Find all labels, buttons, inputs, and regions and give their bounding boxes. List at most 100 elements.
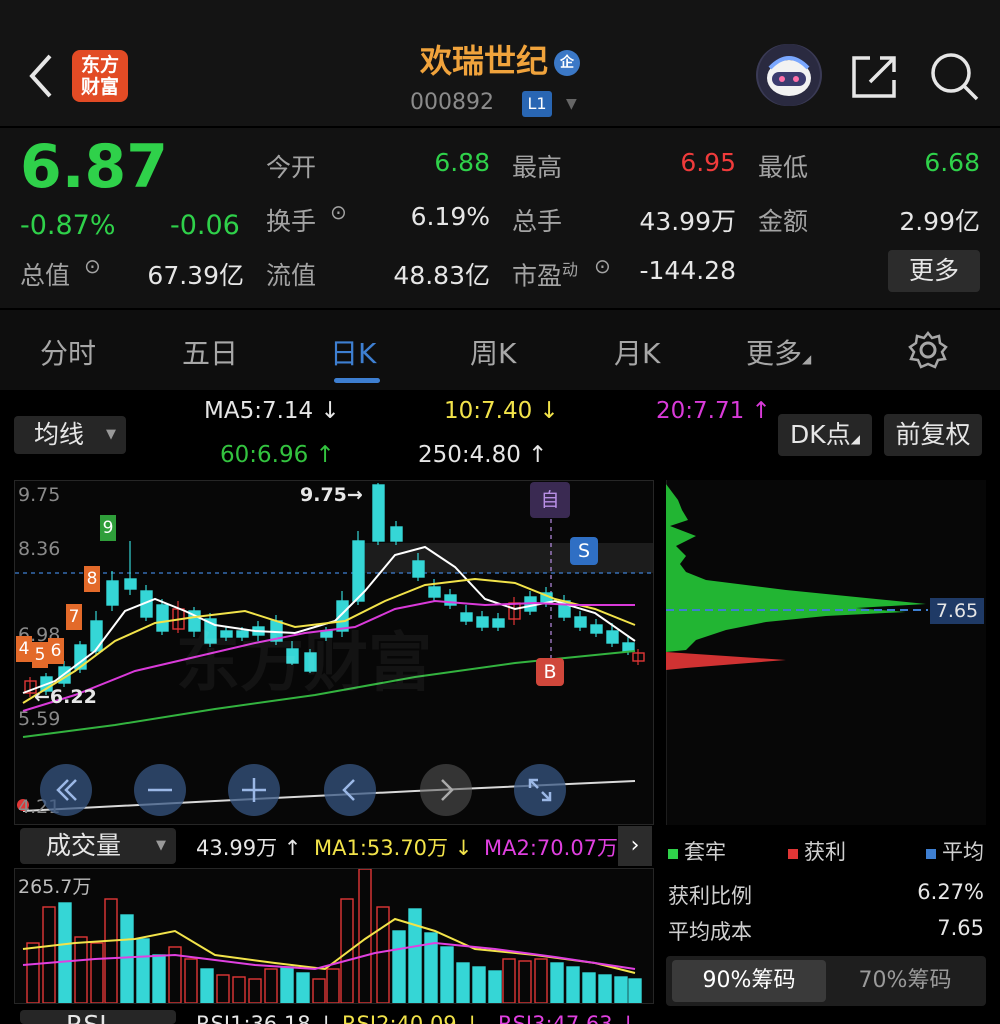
minus-icon [148,788,172,792]
rsi1-value: RSI1:36.18 ↓ [196,1012,335,1024]
dk-point-button[interactable]: DK点◢ [778,414,872,456]
volume-bar [74,936,88,1004]
back-arrow-icon[interactable] [28,52,54,100]
volume-bar [582,972,596,1004]
volume-canvas [22,868,642,1004]
volume-bar [392,930,406,1004]
info-icon[interactable]: ⊙ [84,254,101,278]
low-value: 6.68 [924,148,980,177]
chip-profit-shape [666,652,786,670]
info-icon[interactable]: ⊙ [594,254,611,278]
high-label: 最高 [512,153,563,182]
volume-bar [232,976,246,1004]
volume-chart [14,868,654,1004]
stock-name[interactable]: 欢瑞世纪企 [300,36,700,82]
tab-daily-k[interactable]: 日K [330,332,376,372]
nine-turn-marker: 8 [84,566,100,592]
high-marker: 9.75→ [300,484,363,506]
level-badge[interactable]: L1 [522,91,552,117]
ma20-value: 20:7.71 ↑ [656,398,771,424]
info-icon[interactable]: ⊙ [330,200,347,224]
tab-five-day[interactable]: 五日 [182,332,238,372]
chevron-right-icon[interactable]: › [618,826,652,866]
legend-trapped: 套牢 [668,836,726,866]
scroll-right-button[interactable] [420,764,472,816]
turnover-value: 6.19% [410,202,490,231]
self-signal-badge[interactable]: 自 [530,482,570,518]
volume-bar [566,966,580,1004]
low-label: 最低 [758,153,809,182]
volume-bar [26,942,40,1004]
amount-value: 2.99亿 [899,207,980,236]
chip-70-button[interactable]: 70%筹码 [828,960,982,1002]
dropdown-triangle-icon: ▼ [156,838,166,853]
stock-code: 000892 [410,90,494,115]
volume-bar [42,906,56,1004]
chevron-down-icon[interactable]: ▼ [566,96,577,112]
app-logo: 东方 财富 [72,50,128,102]
volume-bar [456,962,470,1004]
chip-average-label: 7.65 [930,598,984,624]
chip-trapped-shape [666,484,926,652]
volume-value: 43.99万 ↑ [196,836,302,860]
volume-bar [184,958,198,1004]
market-cap-label: 总值 [20,261,71,290]
tab-more[interactable]: 更多◢ [746,332,811,372]
nine-turn-marker: 4 [16,636,32,662]
volume-max-label: 265.7万 [18,876,92,898]
fullscreen-button[interactable] [514,764,566,816]
rewind-button[interactable] [40,764,92,816]
forward-adjust-button[interactable]: 前复权 [884,414,982,456]
float-cap-label: 流值 [266,261,317,290]
zoom-out-button[interactable] [134,764,186,816]
volume-bar [488,970,502,1004]
volume-bar [104,898,118,1004]
tab-weekly-k[interactable]: 周K [470,332,516,372]
sell-signal-badge[interactable]: S [570,537,598,565]
robot-assistant-icon[interactable] [756,44,822,106]
tab-monthly-k[interactable]: 月K [614,332,660,372]
y-axis-label: 8.36 [18,538,61,560]
volume-indicator-select[interactable]: 成交量 ▼ [20,828,176,864]
candle [156,604,169,632]
candle [476,616,489,628]
rsi-indicator-select[interactable]: RSI [20,1010,176,1024]
tab-intraday[interactable]: 分时 [40,332,96,372]
volume-bar [534,958,548,1004]
y-axis-label: 5.59 [18,708,61,730]
candle [428,586,441,598]
avg-cost-label: 平均成本 [668,920,752,944]
chevron-right-icon [441,779,454,801]
nine-turn-marker: 6 [48,638,64,664]
ma60-value: 60:6.96 ↑ [220,442,335,468]
double-chevron-left-icon [56,779,77,801]
open-label: 今开 [266,153,317,182]
more-quote-button[interactable]: 更多 [888,250,980,292]
volume-ma2: MA2:70.07万 [484,836,619,860]
candle [622,642,635,652]
chip-distribution-chart [665,480,986,825]
share-icon[interactable] [850,52,900,100]
rsi3-value: RSI3:47.63 ↓ [498,1012,637,1024]
zoom-in-button[interactable] [228,764,280,816]
volume-bar [90,942,104,1004]
chip-90-button[interactable]: 90%筹码 [672,960,826,1002]
settings-gear-icon[interactable] [908,330,948,370]
search-icon[interactable] [928,50,980,102]
pe-value: -144.28 [639,256,737,285]
volume-bar [248,978,262,1004]
ma-select[interactable]: 均线 ▼ [14,416,126,454]
volume-bar [614,976,628,1004]
watermark: 东方财富 [176,627,432,701]
market-cap-value: 67.39亿 [147,261,244,290]
buy-signal-badge[interactable]: B [536,658,564,686]
volume-bar [152,954,166,1004]
scroll-left-button[interactable] [324,764,376,816]
candle [590,624,603,634]
candle [90,620,103,652]
amount-label: 金额 [758,207,809,236]
corner-triangle-icon: ◢ [802,352,812,366]
y-axis-label: 9.75 [18,484,61,506]
enterprise-badge: 企 [554,50,580,76]
volume-label: 总手 [512,207,563,236]
